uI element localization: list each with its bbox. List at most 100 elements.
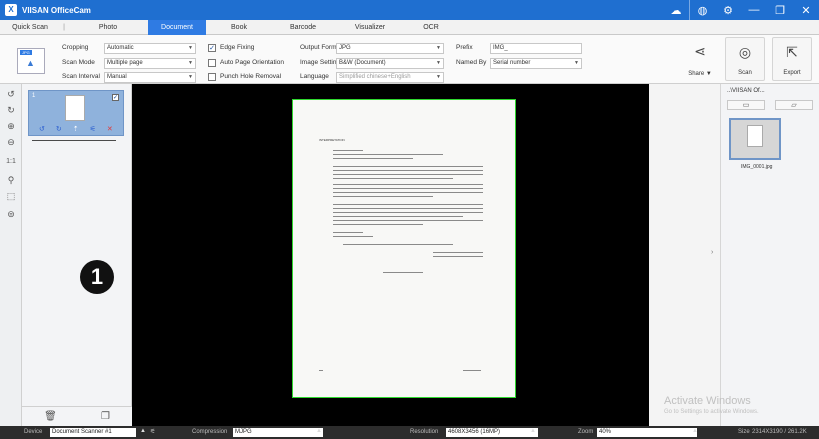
cropping-select[interactable]: Automatic ▼ [104, 43, 196, 54]
tab-quick-scan[interactable]: Quick Scan [0, 20, 60, 35]
file-panel: › ..\VIISAN Of... ▭ ▱ IMG_0001.jpg [649, 84, 819, 426]
text-line [333, 216, 463, 218]
chevron-down-icon: ▼ [188, 60, 193, 66]
compression-label: Compression [192, 429, 228, 435]
text-line [333, 170, 483, 172]
status-bar: Device Document Scanner #1 ▲ ⚟ Compressi… [0, 426, 819, 439]
thumbnail-checkbox[interactable]: ✓ [112, 94, 119, 101]
text-line [333, 196, 433, 198]
camera-preview[interactable]: INTERPRETATION [132, 84, 649, 426]
punch-hole-checkbox[interactable] [208, 73, 216, 81]
text-line [333, 158, 413, 160]
device-settings-icon[interactable]: ⚟ [150, 428, 155, 435]
tab-document[interactable]: Document [148, 20, 206, 35]
chevron-down-icon: ▼ [574, 60, 579, 66]
open-folder-button[interactable]: ▭ [727, 100, 765, 110]
document-heading: INTERPRETATION [319, 138, 345, 142]
image-icon: ▲ [26, 58, 35, 68]
trash-icon[interactable]: 🗑 [44, 411, 57, 422]
tab-barcode[interactable]: Barcode [272, 20, 334, 35]
export-button[interactable]: ⇱ Export [772, 37, 812, 81]
file-thumbnail[interactable] [729, 118, 781, 160]
tab-visualizer[interactable]: Visualizer [334, 20, 406, 35]
browse-folder-button[interactable]: ▱ [775, 100, 813, 110]
named-by-value: Serial number [493, 60, 531, 66]
scan-button[interactable]: ◎ Scan [725, 37, 765, 81]
cloud-icon[interactable]: ☁ [663, 0, 689, 20]
camera-settings-icon[interactable]: ⊜ [4, 208, 18, 220]
scan-interval-select[interactable]: Manual ▼ [104, 72, 196, 83]
close-icon[interactable]: ✕ [793, 0, 819, 20]
share-button[interactable]: ⋖ Share ▼ [680, 37, 720, 81]
copy-icon[interactable]: ❐ [101, 411, 110, 422]
chevron-up-icon[interactable]: ▲ [140, 428, 146, 434]
activation-watermark-title: Activate Windows [664, 395, 751, 407]
rotate-right-icon[interactable]: ↻ [4, 104, 18, 116]
auto-orientation-checkbox[interactable] [208, 59, 216, 67]
chevron-down-icon: ▼ [188, 45, 193, 51]
named-by-label: Named By [456, 59, 487, 66]
tab-divider: | [63, 24, 65, 31]
text-line [433, 252, 483, 254]
rotate-left-icon[interactable]: ↺ [4, 88, 18, 100]
activation-watermark-hint: Go to Settings to activate Windows. [664, 409, 759, 415]
prefix-input[interactable]: IMG_ [490, 43, 582, 54]
size-value: 2314X3190 / 261.2K [752, 429, 807, 435]
resolution-select[interactable]: 4608X3456 (16MP) [446, 428, 538, 437]
text-line [333, 204, 483, 206]
text-line [333, 188, 483, 190]
callout-badge: 1 [80, 260, 114, 294]
edit-icon[interactable]: ⚟ [90, 125, 96, 133]
image-settings-select[interactable]: B&W (Document) ▼ [336, 58, 444, 69]
file-page-image [747, 125, 763, 147]
actual-size-icon[interactable]: 1:1 [4, 156, 18, 168]
stamp-icon[interactable]: ⚲ [4, 174, 18, 186]
tab-book[interactable]: Book [206, 20, 272, 35]
chevron-down-icon: ▼ [436, 45, 441, 51]
scan-interval-value: Manual [107, 74, 127, 80]
scan-mode-select[interactable]: Multiple page ▼ [104, 58, 196, 69]
tab-photo[interactable]: Photo [68, 20, 148, 35]
text-line [333, 174, 483, 176]
edge-fixing-checkbox[interactable]: ✓ [208, 44, 216, 52]
chevron-down-icon: ▼ [188, 74, 193, 80]
text-line [333, 208, 483, 210]
zoom-select[interactable]: 40% [597, 428, 697, 437]
document-mode-icon: JPG ▲ [17, 48, 45, 74]
chevron-up-icon[interactable]: ▲ [530, 428, 536, 434]
text-line [333, 192, 483, 194]
collapse-arrow-icon[interactable]: › [711, 249, 713, 256]
minimize-icon[interactable]: — [741, 0, 767, 20]
zoom-out-icon[interactable]: ⊖ [4, 136, 18, 148]
device-select[interactable]: Document Scanner #1 [50, 428, 136, 437]
chevron-up-icon[interactable]: ▲ [692, 428, 698, 434]
thumbnail-actions: ↺ ↻ ⇡ ⚟ ✕ [39, 125, 113, 133]
language-select[interactable]: Simplified chinese+English ▼ [336, 72, 444, 83]
page-footer-line [463, 370, 481, 372]
tab-ocr[interactable]: OCR [406, 20, 456, 35]
thumbnail-card[interactable]: 1 ✓ ↺ ↻ ⇡ ⚟ ✕ [28, 90, 124, 136]
thumbnail-divider [32, 140, 116, 141]
compression-select[interactable]: MJPG [233, 428, 323, 437]
folder-path[interactable]: ..\VIISAN Of... [727, 88, 765, 94]
device-value: Document Scanner #1 [52, 429, 112, 435]
zoom-in-icon[interactable]: ⊕ [4, 120, 18, 132]
settings-icon[interactable]: ⚙ [715, 0, 741, 20]
ocr-icon[interactable]: ⇡ [73, 125, 79, 133]
rotate-left-icon[interactable]: ↺ [39, 125, 45, 133]
output-format-value: JPG [339, 45, 351, 51]
globe-icon[interactable]: ◍ [689, 0, 715, 20]
export-icon: ⇱ [786, 44, 798, 60]
restore-icon[interactable]: ❐ [767, 0, 793, 20]
rotate-right-icon[interactable]: ↻ [56, 125, 62, 133]
output-format-select[interactable]: JPG ▼ [336, 43, 444, 54]
title-bar: X VIISAN OfficeCam ☁ ◍ ⚙ — ❐ ✕ [0, 0, 819, 20]
settings-ribbon: JPG ▲ Cropping Automatic ▼ Scan Mode Mult… [0, 35, 819, 84]
text-line [333, 178, 453, 180]
named-by-select[interactable]: Serial number ▼ [490, 58, 582, 69]
chevron-up-icon[interactable]: ▲ [316, 428, 322, 434]
crop-frame-icon[interactable]: ⬚ [4, 190, 18, 202]
chevron-down-icon: ▼ [436, 74, 441, 80]
delete-icon[interactable]: ✕ [107, 125, 113, 133]
folder-icon: ▭ [742, 102, 750, 109]
